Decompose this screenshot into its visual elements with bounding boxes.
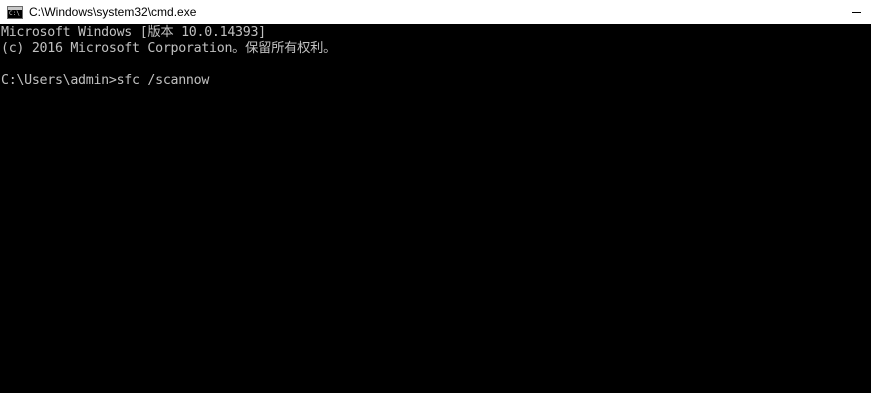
- cmd-icon[interactable]: [7, 5, 23, 19]
- title-bar[interactable]: C:\Windows\system32\cmd.exe: [0, 0, 871, 24]
- minimize-button[interactable]: [841, 0, 871, 24]
- cmd-window: C:\Windows\system32\cmd.exe Microsoft Wi…: [0, 0, 871, 393]
- minimize-icon: [851, 11, 861, 13]
- console-output[interactable]: Microsoft Windows [版本 10.0.14393] (c) 20…: [0, 24, 871, 393]
- console-line-version: Microsoft Windows [版本 10.0.14393]: [1, 25, 266, 40]
- console-prompt-line[interactable]: C:\Users\admin>sfc /scannow: [0, 73, 871, 89]
- console-line-copyright: (c) 2016 Microsoft Corporation。保留所有权利。: [1, 41, 337, 56]
- window-title: C:\Windows\system32\cmd.exe: [29, 5, 197, 19]
